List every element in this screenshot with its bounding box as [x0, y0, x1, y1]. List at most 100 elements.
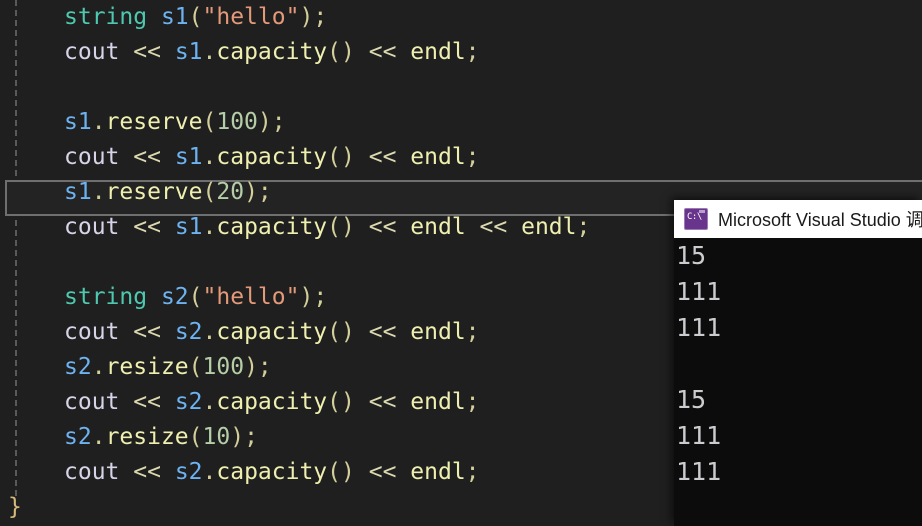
code-token: (: [188, 4, 203, 30]
code-token: 100: [216, 109, 258, 135]
code-token: ;: [313, 284, 328, 310]
code-token: }: [8, 494, 22, 520]
code-token: reserve: [105, 179, 203, 205]
code-token: s1: [160, 4, 189, 30]
console-output-line: 111: [676, 457, 722, 486]
console-output-line: 111: [676, 277, 722, 306]
code-line[interactable]: cout << s1.capacity() << endl;: [0, 35, 922, 70]
code-line-text: s2.resize(100);: [0, 350, 272, 385]
code-token: <<: [133, 39, 161, 65]
code-token: resize: [105, 424, 189, 450]
code-token: .: [91, 179, 106, 205]
code-token: (): [327, 319, 355, 345]
code-token: endl: [410, 319, 466, 345]
code-token: s1: [174, 144, 203, 170]
code-token: (): [327, 39, 355, 65]
code-line-text: cout << s2.capacity() << endl;: [0, 455, 480, 490]
code-token: "hello": [202, 4, 300, 30]
console-output-line: 111: [676, 313, 722, 342]
code-token: s2: [174, 389, 203, 415]
console-window[interactable]: Microsoft Visual Studio 调 15 111 111 15 111 1…: [674, 200, 922, 526]
code-token: cout: [64, 39, 120, 65]
code-token: <<: [368, 39, 397, 65]
code-token: ;: [576, 214, 591, 240]
code-token: s2: [174, 319, 203, 345]
code-token: <<: [368, 144, 397, 170]
code-token: .: [91, 109, 106, 135]
code-token: ;: [465, 39, 480, 65]
code-token: string: [64, 4, 148, 30]
code-token: cout: [64, 389, 120, 415]
code-token: cout: [64, 144, 120, 170]
code-token: ;: [465, 319, 480, 345]
code-token: s1: [64, 179, 92, 205]
code-token: (: [188, 284, 203, 310]
code-token: s2: [174, 459, 203, 485]
code-token: (): [327, 214, 355, 240]
code-token: (): [327, 389, 355, 415]
console-titlebar[interactable]: Microsoft Visual Studio 调: [674, 200, 922, 238]
code-token: (: [202, 109, 217, 135]
code-token: <<: [368, 214, 397, 240]
code-token: .: [202, 214, 217, 240]
code-token: <<: [133, 144, 161, 170]
code-token: .: [91, 424, 106, 450]
code-line[interactable]: cout << s1.capacity() << endl;: [0, 140, 922, 175]
code-line-text: s2.resize(10);: [0, 420, 258, 455]
console-window-title: Microsoft Visual Studio 调: [718, 210, 922, 230]
code-token: capacity: [216, 389, 328, 415]
code-line-text: cout << s2.capacity() << endl;: [0, 385, 480, 420]
cmd-prompt-icon: [684, 208, 708, 230]
code-token: resize: [105, 354, 189, 380]
code-token: ;: [244, 424, 258, 450]
code-token: <<: [368, 319, 397, 345]
code-token: .: [202, 459, 217, 485]
code-token: capacity: [216, 319, 328, 345]
code-token: capacity: [216, 459, 328, 485]
code-line[interactable]: [0, 70, 922, 105]
code-token: cout: [64, 319, 120, 345]
code-token: endl: [410, 389, 466, 415]
code-token: .: [202, 144, 217, 170]
code-token: (): [327, 459, 355, 485]
code-token: s2: [160, 284, 189, 310]
code-line[interactable]: string s1("hello");: [0, 0, 922, 35]
code-line[interactable]: s1.reserve(100);: [0, 105, 922, 140]
code-token: ;: [271, 109, 286, 135]
console-output-line: 15: [676, 385, 707, 414]
code-line-text: s1.reserve(100);: [0, 105, 286, 140]
code-token: <<: [133, 214, 161, 240]
code-token: s1: [64, 109, 92, 135]
code-token: s2: [64, 424, 92, 450]
code-line-text: cout << s1.capacity() << endl;: [0, 35, 480, 70]
code-token: s1: [174, 39, 203, 65]
code-token: (: [188, 424, 203, 450]
code-token: endl: [410, 214, 466, 240]
code-token: ): [299, 4, 314, 30]
code-token: s2: [64, 354, 92, 380]
console-output[interactable]: 1511111115111111D:\MyCode\Cpp\22-0按任意键关闭…: [674, 238, 922, 526]
code-token: endl: [410, 39, 466, 65]
code-token: <<: [368, 459, 397, 485]
code-token: cout: [64, 459, 120, 485]
code-line-text: string s2("hello");: [0, 280, 327, 315]
code-line-text: }: [0, 490, 22, 525]
code-token: ;: [465, 389, 480, 415]
console-output-line: 111: [676, 421, 722, 450]
code-line-text: cout << s2.capacity() << endl;: [0, 315, 480, 350]
